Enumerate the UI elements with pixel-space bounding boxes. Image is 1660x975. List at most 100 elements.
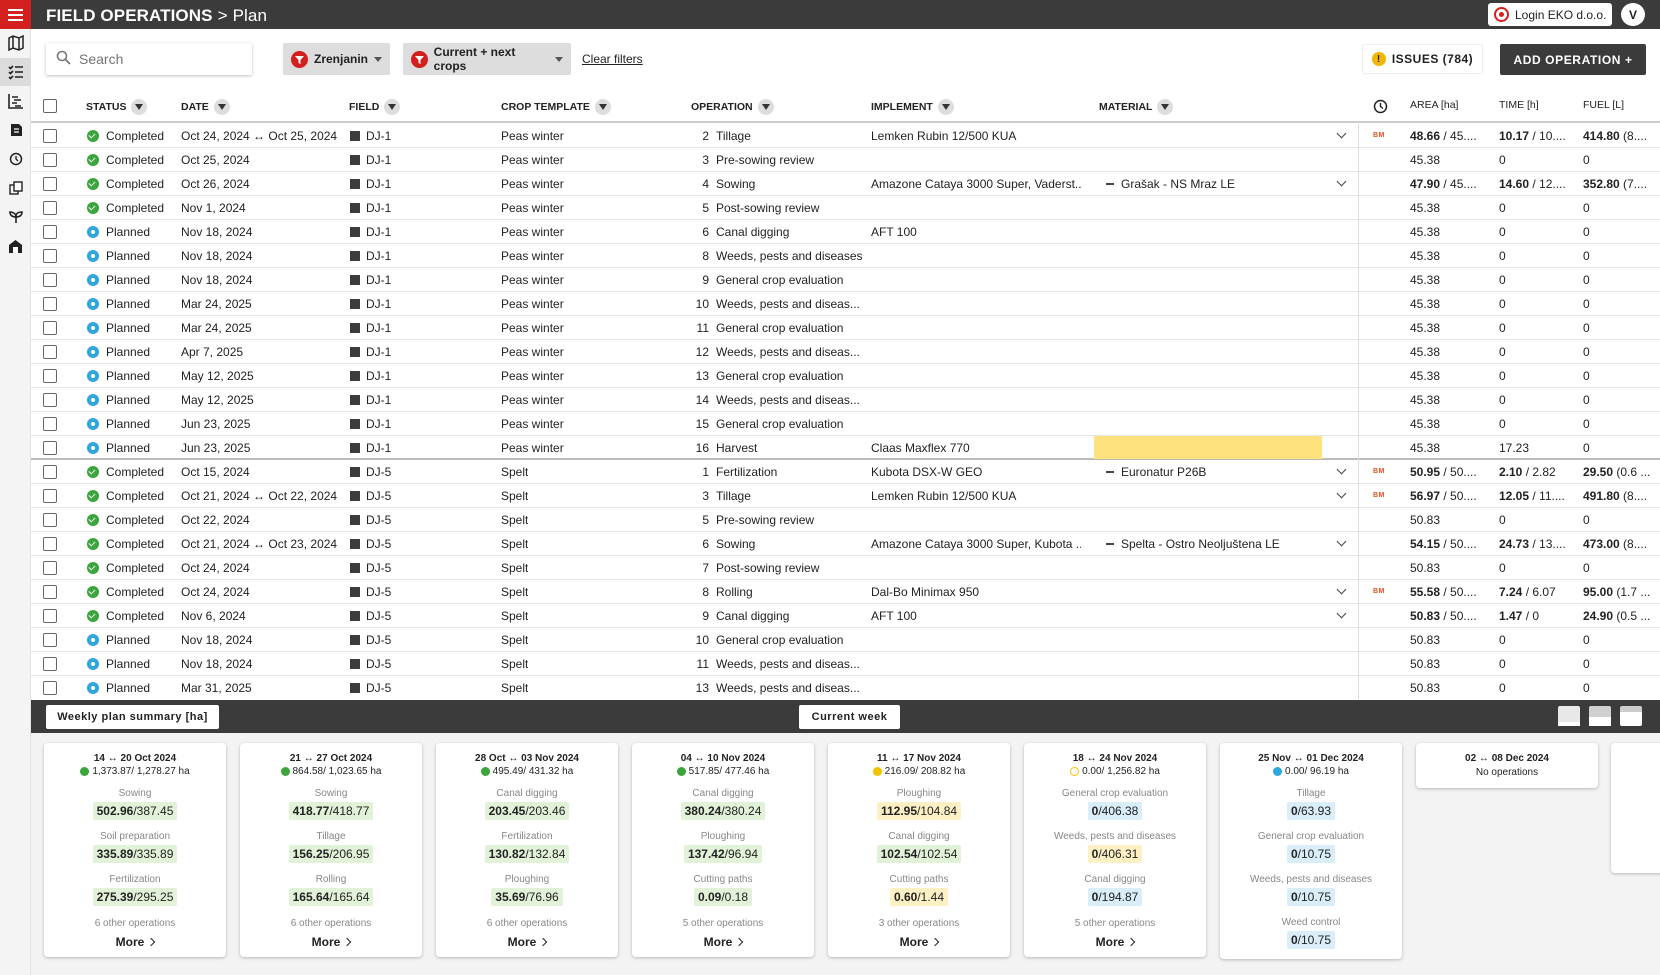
clear-filters-link[interactable]: Clear filters [582, 52, 643, 66]
filter-icon[interactable] [131, 99, 148, 115]
add-operation-button[interactable]: ADD OPERATION + [1500, 44, 1646, 75]
table-row[interactable]: Planned Mar 24, 2025 DJ-1 Peas winter 10 Weed… [31, 292, 1660, 316]
row-checkbox[interactable] [43, 441, 57, 455]
row-checkbox[interactable] [43, 177, 57, 191]
week-card[interactable]: 11 ↔ 17 Nov 2024 216.09/ 208.82 ha Ploughi… [828, 743, 1010, 957]
row-checkbox[interactable] [43, 537, 57, 551]
material-warning-cell[interactable]: i [1094, 436, 1322, 459]
search-input[interactable] [79, 51, 229, 67]
row-checkbox[interactable] [43, 561, 57, 575]
view-expanded-icon[interactable] [1620, 706, 1642, 726]
view-half-icon[interactable] [1589, 706, 1611, 726]
row-checkbox[interactable] [43, 609, 57, 623]
week-card[interactable]: 28 Oct ↔ 03 Nov 2024 495.49/ 431.32 ha Can… [436, 743, 618, 957]
more-button[interactable]: More [1024, 935, 1206, 949]
table-row[interactable]: Planned Nov 18, 2024 DJ-1 Peas winter 6 Canal… [31, 220, 1660, 244]
row-checkbox[interactable] [43, 657, 57, 671]
table-row[interactable]: Planned Mar 24, 2025 DJ-1 Peas winter 11 Gene… [31, 316, 1660, 340]
more-button[interactable]: More [828, 935, 1010, 949]
table-row[interactable]: Completed Nov 6, 2024 DJ-5 Spelt 9 Canal digg… [31, 604, 1660, 628]
chevron-down-icon[interactable] [1336, 608, 1347, 619]
table-row[interactable]: Completed Oct 24, 2024 DJ-5 Spelt 7 Post-sowi… [31, 556, 1660, 580]
row-checkbox[interactable] [43, 417, 57, 431]
week-card[interactable]: 02 ↔ 08 Dec 2024 No operations [1416, 743, 1598, 788]
week-card[interactable]: 18 ↔ 24 Nov 2024 0.00/ 1,256.82 ha General… [1024, 743, 1206, 957]
filter-icon[interactable] [594, 99, 611, 115]
table-row[interactable]: Planned Jun 23, 2025 DJ-1 Peas winter 16 Harv… [31, 436, 1660, 460]
layers-icon[interactable] [0, 116, 31, 144]
sprout-icon[interactable] [0, 203, 31, 231]
table-row[interactable]: Planned May 12, 2025 DJ-1 Peas winter 14 Weed… [31, 388, 1660, 412]
row-checkbox[interactable] [43, 225, 57, 239]
more-button[interactable]: More [240, 935, 422, 949]
copy-icon[interactable] [0, 174, 31, 202]
row-checkbox[interactable] [43, 681, 57, 695]
current-week-button[interactable]: Current week [799, 705, 900, 729]
chevron-down-icon[interactable] [1336, 464, 1347, 475]
view-collapsed-icon[interactable] [1558, 706, 1580, 726]
table-row[interactable]: Planned Mar 31, 2025 DJ-5 Spelt 13 Weeds, pes… [31, 676, 1660, 699]
chevron-down-icon[interactable] [1336, 536, 1347, 547]
row-checkbox[interactable] [43, 273, 57, 287]
clock-icon[interactable] [0, 145, 31, 173]
weekly-summary-button[interactable]: Weekly plan summary [ha] [46, 705, 219, 729]
select-all-checkbox[interactable] [43, 99, 57, 113]
table-row[interactable]: Completed Oct 21, 2024 ↔ Oct 22, 2024 DJ-5… [31, 484, 1660, 508]
table-row[interactable]: Completed Oct 15, 2024 DJ-5 Spelt 1 Fertiliza… [31, 460, 1660, 484]
menu-icon[interactable] [0, 0, 31, 29]
filter-icon[interactable] [384, 99, 401, 115]
table-row[interactable]: Completed Oct 21, 2024 ↔ Oct 23, 2024 DJ-5… [31, 532, 1660, 556]
row-checkbox[interactable] [43, 345, 57, 359]
row-checkbox[interactable] [43, 585, 57, 599]
row-checkbox[interactable] [43, 513, 57, 527]
row-checkbox[interactable] [43, 489, 57, 503]
row-checkbox[interactable] [43, 153, 57, 167]
map-icon[interactable] [0, 29, 31, 57]
chevron-down-icon[interactable] [1336, 584, 1347, 595]
filter-location-chip[interactable]: Zrenjanin [283, 43, 390, 75]
week-card[interactable]: 04 ↔ 10 Nov 2024 517.85/ 477.46 ha Canal d… [632, 743, 814, 957]
filter-icon[interactable] [757, 99, 774, 115]
table-row[interactable]: Completed Oct 25, 2024 DJ-1 Peas winter 3 Pre… [31, 148, 1660, 172]
week-card[interactable]: 14 ↔ 20 Oct 2024 1,373.87/ 1,278.27 ha Sow… [44, 743, 226, 957]
row-checkbox[interactable] [43, 633, 57, 647]
more-button[interactable]: More [436, 935, 618, 949]
week-card[interactable]: 25 Nov ↔ 01 Dec 2024 0.00/ 96.19 ha Tillag… [1220, 743, 1402, 959]
list-icon[interactable] [0, 58, 31, 86]
row-checkbox[interactable] [43, 393, 57, 407]
chevron-down-icon[interactable] [1336, 128, 1347, 139]
row-checkbox[interactable] [43, 465, 57, 479]
table-row[interactable]: Completed Oct 26, 2024 DJ-1 Peas winter 4 Sow… [31, 172, 1660, 196]
table-row[interactable]: Planned Apr 7, 2025 DJ-1 Peas winter 12 Weeds… [31, 340, 1660, 364]
issues-button[interactable]: ! ISSUES (784) [1362, 44, 1483, 74]
company-login-button[interactable]: Login EKO d.o.o. [1488, 3, 1612, 26]
chevron-down-icon[interactable] [1336, 488, 1347, 499]
more-button[interactable]: More [44, 935, 226, 949]
filter-icon[interactable] [937, 99, 954, 115]
table-row[interactable]: Planned Nov 18, 2024 DJ-5 Spelt 11 Weeds, pes… [31, 652, 1660, 676]
week-card[interactable]: 21 ↔ 27 Oct 2024 864.58/ 1,023.65 ha Sowin… [240, 743, 422, 957]
row-checkbox[interactable] [43, 249, 57, 263]
more-button[interactable]: More [632, 935, 814, 949]
table-row[interactable]: Planned Jun 23, 2025 DJ-1 Peas winter 15 Gene… [31, 412, 1660, 436]
avatar[interactable]: V [1621, 3, 1645, 26]
row-checkbox[interactable] [43, 321, 57, 335]
filter-icon[interactable] [1157, 99, 1174, 115]
table-row[interactable]: Planned Nov 18, 2024 DJ-5 Spelt 10 General cr… [31, 628, 1660, 652]
filter-crops-chip[interactable]: Current + next crops [403, 43, 571, 75]
barn-icon[interactable] [0, 232, 31, 260]
filter-icon[interactable] [213, 99, 230, 115]
gantt-icon[interactable] [0, 87, 31, 115]
table-row[interactable]: Completed Oct 22, 2024 DJ-5 Spelt 5 Pre-sowin… [31, 508, 1660, 532]
table-row[interactable]: Completed Nov 1, 2024 DJ-1 Peas winter 5 Post… [31, 196, 1660, 220]
row-checkbox[interactable] [43, 201, 57, 215]
clock-icon[interactable] [1373, 99, 1388, 114]
table-row[interactable]: Planned Nov 18, 2024 DJ-1 Peas winter 9 Gener… [31, 268, 1660, 292]
table-row[interactable]: Planned May 12, 2025 DJ-1 Peas winter 13 Gene… [31, 364, 1660, 388]
row-checkbox[interactable] [43, 297, 57, 311]
table-row[interactable]: Completed Oct 24, 2024 ↔ Oct 25, 2024 DJ-1… [31, 124, 1660, 148]
chevron-down-icon[interactable] [1336, 176, 1347, 187]
table-row[interactable]: Planned Nov 18, 2024 DJ-1 Peas winter 8 Weeds… [31, 244, 1660, 268]
table-row[interactable]: Completed Oct 24, 2024 DJ-5 Spelt 8 Rolling Da… [31, 580, 1660, 604]
row-checkbox[interactable] [43, 369, 57, 383]
